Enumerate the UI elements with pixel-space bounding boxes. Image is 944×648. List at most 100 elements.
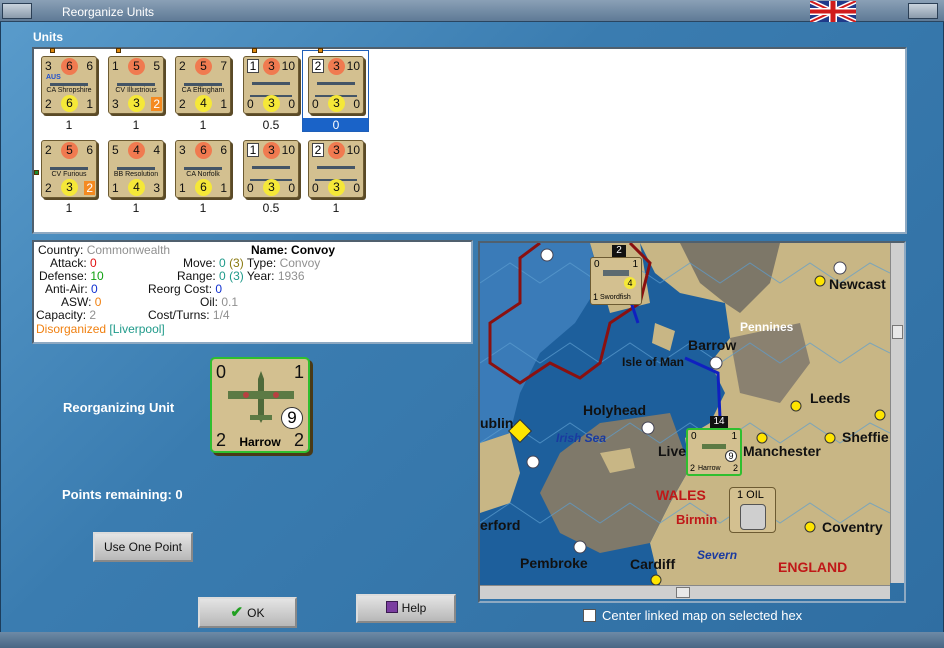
ship-icon bbox=[117, 79, 155, 86]
map-label-pennines: Pennines bbox=[740, 320, 794, 334]
bottom-frame bbox=[0, 632, 944, 648]
vertical-scroll-thumb[interactable] bbox=[892, 325, 903, 339]
status-value: Disorganized bbox=[36, 322, 107, 336]
map-label-leeds: Leeds bbox=[810, 390, 851, 406]
asw-value: 0 bbox=[94, 295, 102, 309]
convoy-ship-icon bbox=[317, 162, 355, 169]
unit-marker-icon bbox=[34, 170, 39, 175]
range-value: 0 bbox=[219, 269, 226, 283]
unit-counter-cv-furious[interactable]: 2 5 6 CV Furious 2 3 2 bbox=[41, 140, 97, 198]
attack-value: 0 bbox=[90, 256, 97, 270]
map-label-newcastle: Newcast bbox=[829, 276, 886, 292]
unit-value: 1 bbox=[65, 201, 73, 215]
ship-icon bbox=[50, 163, 88, 170]
ship-icon bbox=[117, 163, 155, 170]
unit-name: CA Norfolk bbox=[186, 171, 220, 178]
map-label-birmingham: Birmin bbox=[676, 512, 718, 527]
ship-icon bbox=[50, 79, 88, 86]
ok-button[interactable]: ✔ OK bbox=[198, 597, 297, 628]
map-vertical-scrollbar[interactable] bbox=[890, 243, 904, 583]
map-unit-swordfish[interactable]: 0 1 4 1 Swordfish bbox=[590, 257, 642, 305]
unit-info-panel: Country: Commonwealth Attack: 0 Defense:… bbox=[32, 240, 473, 344]
map-label-sheffield: Sheffie bbox=[842, 429, 889, 445]
unit-value: 1 bbox=[199, 201, 207, 215]
unit-counter-ca-norfolk[interactable]: 3 6 6 CA Norfolk 1 6 1 bbox=[175, 140, 231, 198]
units-section-label: Units bbox=[33, 30, 63, 44]
unit-counter-convoy-selected[interactable]: 2 3 10 0 3 0 bbox=[308, 56, 364, 114]
cost-turns-value: 1/4 bbox=[212, 308, 230, 322]
capacity-value: 2 bbox=[89, 308, 97, 322]
unit-counter-cv-illustrious[interactable]: 1 5 5 CV Illustrious 3 3 2 bbox=[108, 56, 164, 114]
map-horizontal-scrollbar[interactable] bbox=[480, 585, 890, 599]
stack-count: 2 bbox=[612, 245, 626, 257]
map-label-england: ENGLAND bbox=[778, 559, 848, 575]
stack-count: 14 bbox=[710, 416, 728, 428]
map-label-wales: WALES bbox=[656, 487, 706, 503]
oil-resource-marker[interactable]: 1 OIL bbox=[729, 487, 776, 533]
use-one-point-button[interactable]: Use One Point bbox=[93, 532, 193, 562]
biplane-icon bbox=[603, 270, 629, 276]
reorganizing-unit-counter: 0 1 9 2 Harrow 2 bbox=[210, 357, 310, 453]
ship-icon bbox=[184, 79, 222, 86]
unit-counter-convoy[interactable]: 1 3 10 0 3 0 bbox=[243, 56, 299, 114]
unit-value: 0 bbox=[332, 118, 340, 132]
unit-value: 0.5 bbox=[262, 201, 280, 215]
unit-marker-icon bbox=[116, 48, 121, 53]
map-label-coventry: Coventry bbox=[822, 519, 883, 535]
map-label-pembroke: Pembroke bbox=[520, 555, 588, 571]
center-linked-map-checkbox[interactable] bbox=[583, 609, 596, 622]
defense-value: 10 bbox=[90, 269, 104, 283]
title-bar: Reorganize Units bbox=[0, 0, 944, 22]
center-linked-map-label: Center linked map on selected hex bbox=[602, 608, 803, 623]
map-label-dublin: ublin bbox=[480, 415, 514, 431]
map-label-hereford: erford bbox=[480, 517, 521, 533]
unit-value: 1 bbox=[132, 118, 140, 132]
unit-counter-bb-resolution[interactable]: 5 4 4 BB Resolution 1 4 3 bbox=[108, 140, 164, 198]
reorganizing-unit-label: Reorganizing Unit bbox=[63, 400, 175, 415]
convoy-ship-icon bbox=[252, 162, 290, 169]
unit-name: CV Illustrious bbox=[115, 87, 157, 94]
help-button[interactable]: Help bbox=[356, 594, 456, 623]
points-remaining-value: 0 bbox=[175, 487, 183, 502]
map-label-severn: Severn bbox=[697, 548, 738, 562]
unit-value: 1 bbox=[132, 201, 140, 215]
map-label-holyhead: Holyhead bbox=[583, 402, 647, 418]
unit-counter-convoy[interactable]: 2 3 10 0 3 0 bbox=[308, 140, 364, 198]
unit-name-value: Convoy bbox=[291, 243, 336, 257]
linked-map[interactable]: Newcast Pennines Barrow Isle of Man Leed… bbox=[478, 241, 906, 603]
move-value: 0 bbox=[219, 256, 226, 270]
ship-icon bbox=[184, 163, 222, 170]
map-label-irish-sea: Irish Sea bbox=[556, 431, 607, 445]
help-book-icon bbox=[385, 601, 398, 613]
bomber-aircraft-icon bbox=[702, 444, 726, 449]
unit-counter-ca-shropshire[interactable]: 3 6 6 AUS CA Shropshire 2 6 1 bbox=[41, 56, 97, 114]
points-remaining: Points remaining: 0 bbox=[62, 487, 183, 502]
country-value: Commonwealth bbox=[86, 243, 171, 257]
map-unit-harrow-selected[interactable]: 0 1 9 2 Harrow 2 bbox=[686, 428, 742, 476]
map-label-isle-of-man: Isle of Man bbox=[622, 355, 685, 369]
unit-marker-icon bbox=[318, 48, 323, 53]
location-value: [Liverpool] bbox=[109, 322, 165, 336]
unit-marker-icon bbox=[252, 48, 257, 53]
checkmark-icon: ✔ bbox=[230, 604, 244, 621]
unit-name: CV Furious bbox=[51, 171, 87, 178]
oil-value: 0.1 bbox=[221, 295, 239, 309]
unit-name: BB Resolution bbox=[113, 171, 159, 178]
close-button[interactable] bbox=[908, 3, 938, 19]
unit-value: 1 bbox=[199, 118, 207, 132]
oil-barrel-icon bbox=[740, 504, 766, 530]
type-value: Convoy bbox=[279, 256, 321, 270]
unit-value: 0.5 bbox=[262, 118, 280, 132]
unit-value: 1 bbox=[65, 118, 73, 132]
convoy-ship-icon bbox=[317, 78, 355, 85]
unit-counter-convoy[interactable]: 1 3 10 0 3 0 bbox=[243, 140, 299, 198]
horizontal-scroll-thumb[interactable] bbox=[676, 587, 690, 598]
map-label-barrow: Barrow bbox=[688, 337, 737, 353]
map-label-manchester: Manchester bbox=[743, 443, 821, 459]
unit-name: CA Shropshire bbox=[46, 87, 92, 94]
system-menu-button[interactable] bbox=[2, 3, 32, 19]
unit-counter-ca-effingham[interactable]: 2 5 7 CA Effingham 2 4 1 bbox=[175, 56, 231, 114]
year-value: 1936 bbox=[277, 269, 305, 283]
uk-flag-icon bbox=[810, 1, 856, 22]
unit-name: CA Effingham bbox=[181, 87, 225, 94]
